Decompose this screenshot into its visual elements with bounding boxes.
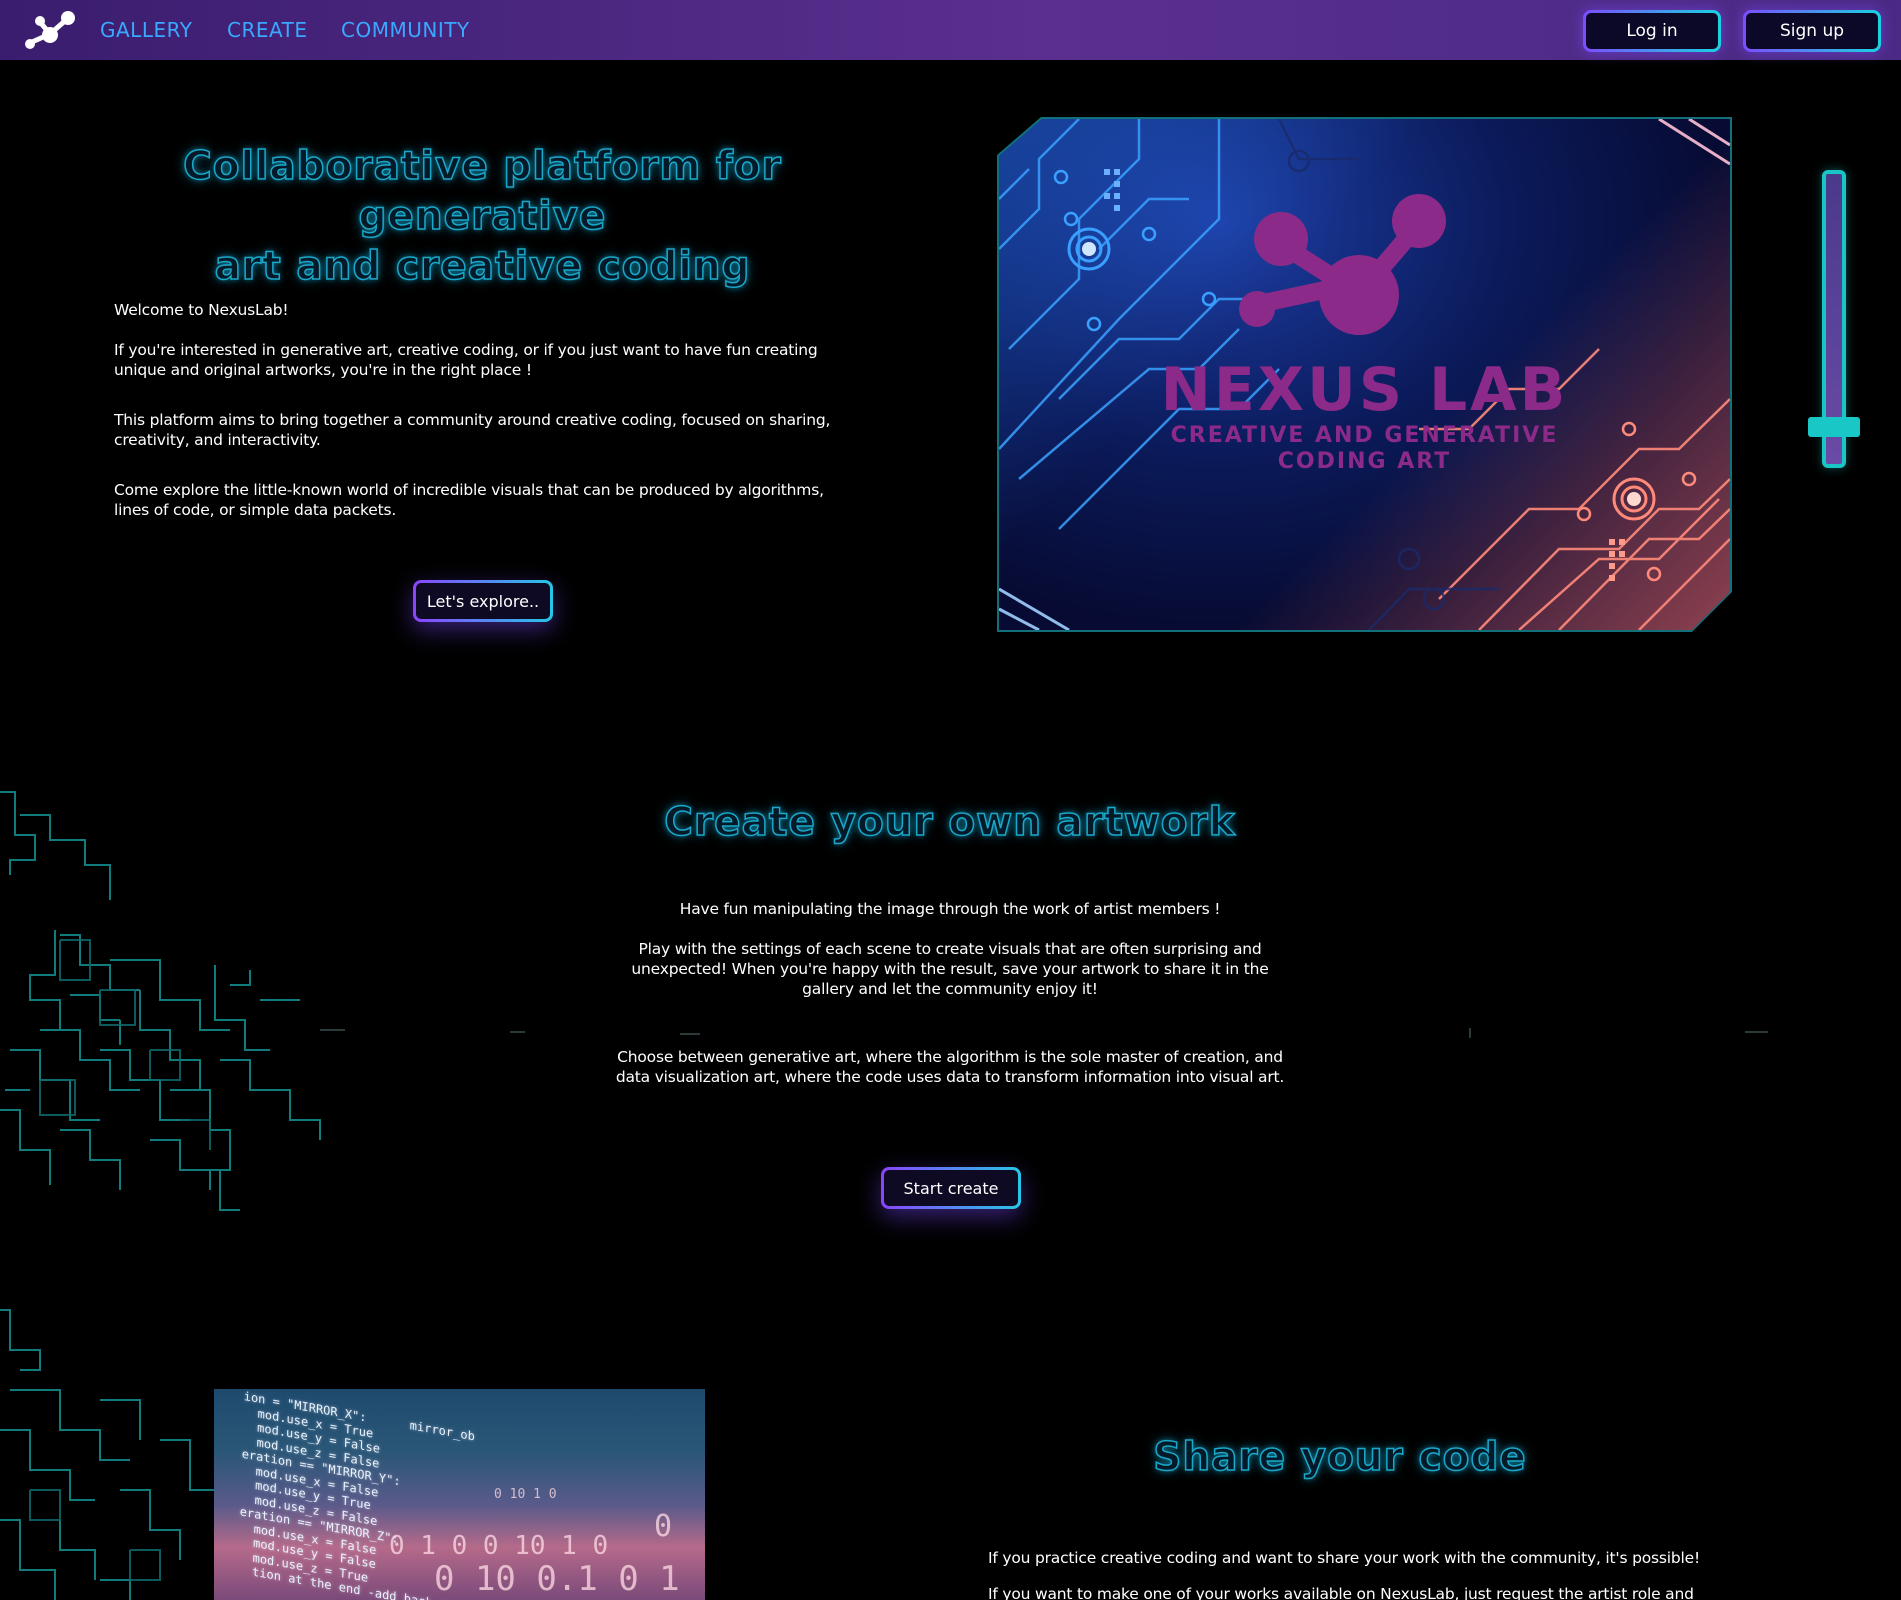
create-section-title: Create your own artwork — [664, 799, 1236, 846]
binary-digits-large: 0 10 0.1 0 1 0 1 — [434, 1559, 680, 1600]
hero-brand-block: NEXUS LAB CREATIVE AND GENERATIVE CODING… — [999, 359, 1730, 475]
nexus-logo-icon[interactable] — [22, 8, 78, 52]
code-screenshot-image: ion = "MIRROR_X": mirror_ob mod.use_x = … — [214, 1389, 705, 1600]
hero-image: NEXUS LAB CREATIVE AND GENERATIVE CODING… — [997, 117, 1732, 632]
hero-image-artwork: NEXUS LAB CREATIVE AND GENERATIVE CODING… — [999, 119, 1730, 630]
lets-explore-button[interactable]: Let's explore.. — [413, 580, 553, 622]
binary-digits-edge: 0 — [654, 1509, 673, 1544]
start-create-button[interactable]: Start create — [881, 1167, 1021, 1209]
nav-community-link[interactable]: COMMUNITY — [341, 18, 470, 42]
hero-brand-subtitle-1: CREATIVE AND GENERATIVE — [1170, 423, 1559, 448]
nav-create-link[interactable]: CREATE — [227, 18, 307, 42]
hero-title-line-2: art and creative coding — [214, 243, 751, 290]
left-circuit-decoration-lower — [0, 1309, 215, 1600]
share-section-title: Share your code — [1152, 1434, 1527, 1481]
create-section-text: Have fun manipulating the image through … — [610, 899, 1290, 1087]
hero-title: Collaborative platform for generative ar… — [90, 142, 875, 292]
hero-brand-subtitle-2: CODING ART — [1277, 449, 1452, 474]
share-section-text: If you practice creative coding and want… — [988, 1548, 1708, 1600]
share-paragraph-2: If you want to make one of your works av… — [988, 1585, 1694, 1600]
hero-paragraph-2: This platform aims to bring together a c… — [114, 411, 831, 449]
hero-brand-title: NEXUS LAB — [1160, 355, 1569, 425]
binary-digits-medium: 0 1 0 0 10 1 0 — [389, 1531, 609, 1561]
create-paragraph-3: Choose between generative art, where the… — [615, 1048, 1285, 1086]
share-paragraph-1: If you practice creative coding and want… — [988, 1549, 1700, 1567]
binary-digits-small: 0 10 1 0 — [494, 1487, 557, 1502]
nav-gallery-link[interactable]: GALLERY — [100, 18, 192, 42]
signup-button[interactable]: Sign up — [1743, 10, 1881, 52]
vertical-slider-thumb[interactable] — [1808, 417, 1860, 437]
create-paragraph-1: Have fun manipulating the image through … — [679, 900, 1221, 918]
hero-intro: Welcome to NexusLab! If you're intereste… — [114, 300, 859, 520]
hero-paragraph-1: If you're interested in generative art, … — [114, 341, 818, 379]
top-navbar: GALLERY CREATE COMMUNITY Log in Sign up — [0, 0, 1901, 60]
welcome-text: Welcome to NexusLab! — [114, 301, 289, 319]
hero-paragraph-3: Come explore the little-known world of i… — [114, 481, 824, 519]
login-button[interactable]: Log in — [1583, 10, 1721, 52]
create-paragraph-2: Play with the settings of each scene to … — [631, 940, 1269, 998]
hero-title-line-1: Collaborative platform for generative — [182, 143, 782, 240]
